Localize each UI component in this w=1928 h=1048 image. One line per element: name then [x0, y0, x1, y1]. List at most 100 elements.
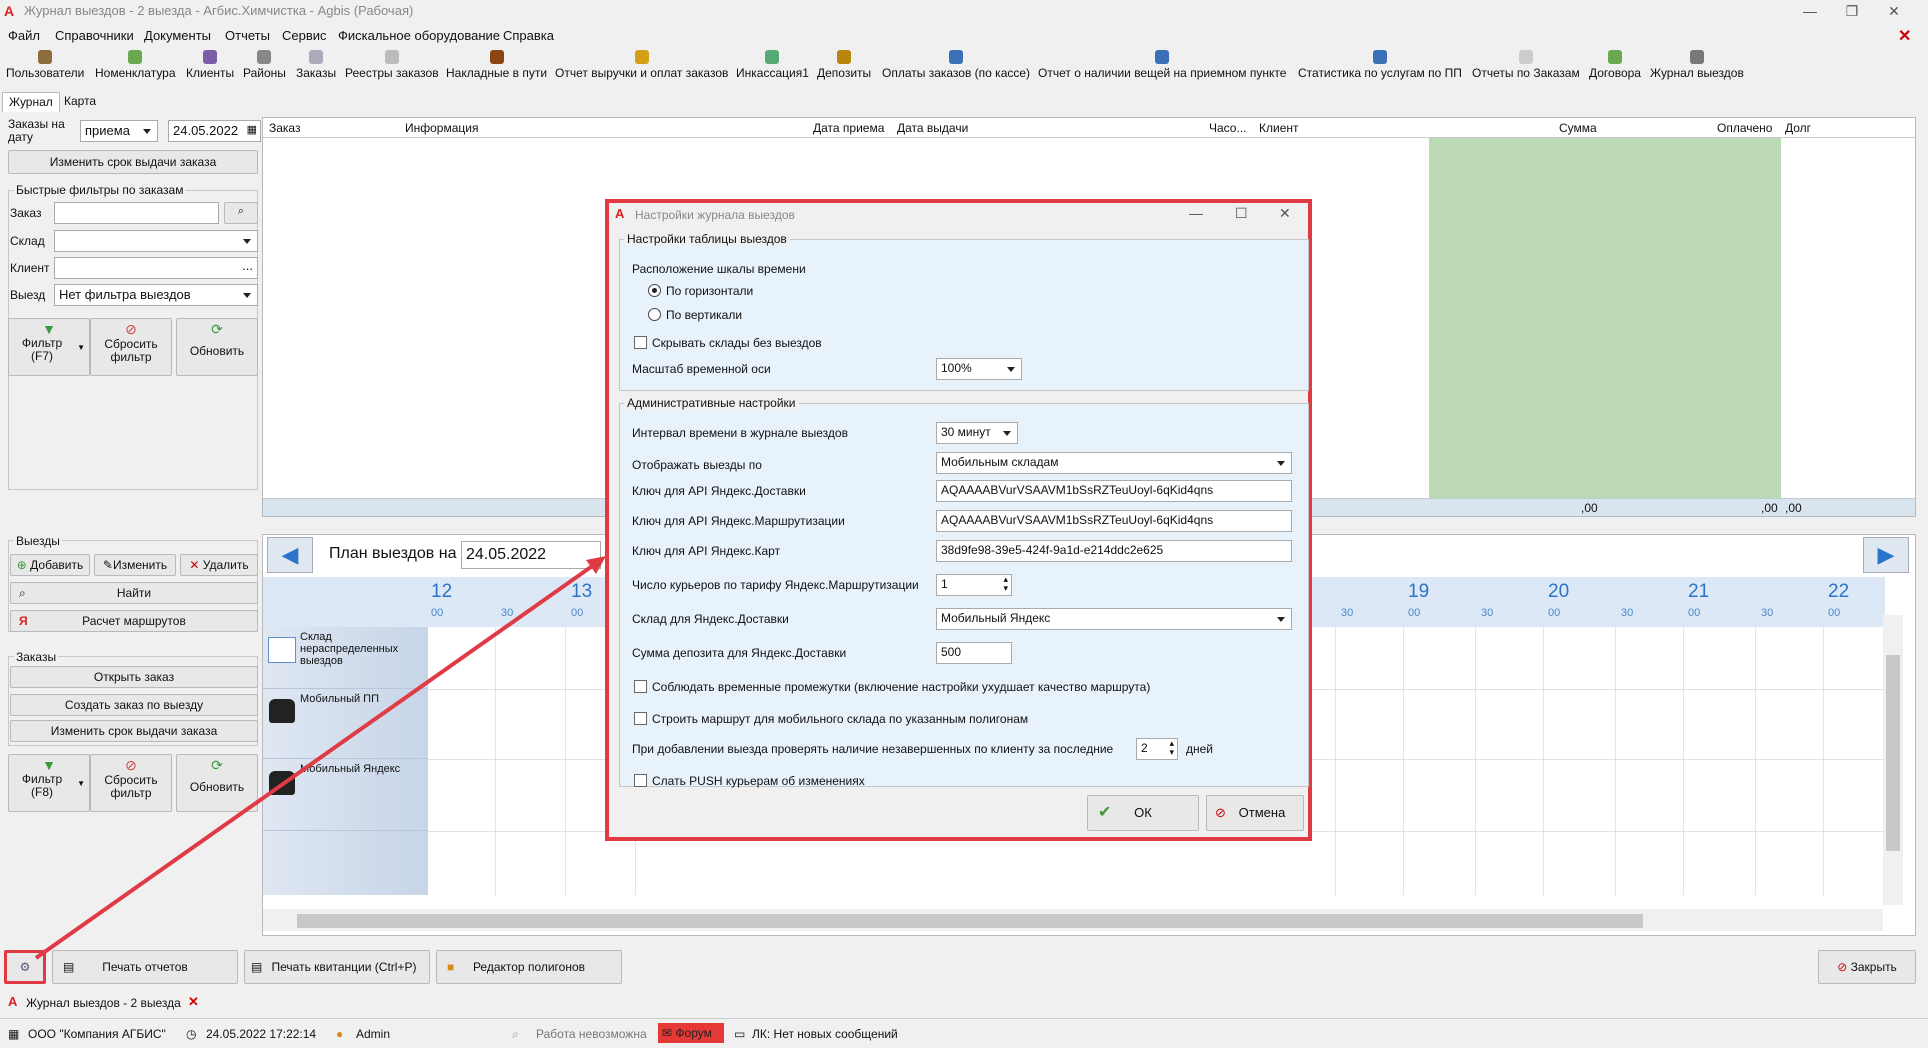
col-paid[interactable]: Оплачено [1717, 121, 1772, 135]
toolbar-payments[interactable]: Оплаты заказов (по кассе) [882, 46, 1030, 80]
toolbar-order-registers[interactable]: Реестры заказов [345, 46, 439, 80]
calendar-icon[interactable]: ▦ [247, 123, 257, 136]
edit-trip-button[interactable]: ✎Изменить [94, 554, 176, 576]
toolbar-users[interactable]: Пользователи [6, 46, 84, 80]
warehouse-select[interactable] [54, 230, 258, 252]
col-date-issued[interactable]: Дата выдачи [897, 121, 968, 135]
vertical-radio[interactable] [648, 308, 661, 321]
dialog-maximize-button[interactable]: ☐ [1235, 205, 1248, 222]
toolbar-waybills[interactable]: Накладные в пути [446, 46, 547, 80]
print-receipt-button[interactable]: ▤ Печать квитанции (Ctrl+P) [244, 950, 430, 984]
menu-directories[interactable]: Справочники [55, 28, 134, 43]
reset-filter-button[interactable]: ⊘ Сбросить фильтр [90, 318, 172, 376]
key-delivery-input[interactable]: AQAAAABVurVSAAVM1bSsRZTeuUoyl-6qKid4qns [936, 480, 1292, 502]
restore-button[interactable]: ❐ [1832, 0, 1872, 22]
refresh-button[interactable]: ⟳ Обновить [176, 318, 258, 376]
date-input[interactable]: 24.05.2022 ▦ [168, 120, 261, 142]
date-type-select[interactable]: приема [80, 120, 158, 142]
toolbar-contracts[interactable]: Договора [1589, 46, 1641, 80]
close-tab-icon[interactable]: ✕ [188, 994, 199, 1010]
toolbar-nomenclature[interactable]: Номенклатура [95, 46, 176, 80]
send-push-checkbox[interactable] [634, 774, 647, 787]
tab-map[interactable]: Карта [58, 92, 102, 112]
horizontal-scroll-thumb[interactable] [297, 914, 1643, 928]
toolbar-districts[interactable]: Районы [243, 46, 286, 80]
col-hours[interactable]: Часо... [1209, 121, 1246, 135]
change-term-button[interactable]: Изменить срок выдачи заказа [8, 150, 258, 174]
horizontal-scrollbar[interactable] [263, 909, 1883, 931]
settings-button[interactable]: ⚙ [4, 950, 46, 984]
order-filter-input[interactable] [54, 202, 219, 224]
toolbar-deposits[interactable]: Депозиты [817, 46, 871, 80]
tab-journal[interactable]: Журнал [2, 92, 60, 112]
filter-f7-button[interactable]: ▼ Фильтр (F7) ▼ [8, 318, 90, 376]
filter-dropdown-icon[interactable]: ▼ [77, 779, 85, 788]
close-button[interactable]: ⊘ Закрыть [1818, 950, 1916, 984]
menu-file[interactable]: Файл [8, 28, 40, 43]
couriers-stepper[interactable]: 1 [936, 574, 1012, 596]
menu-service[interactable]: Сервис [282, 28, 327, 43]
menu-reports[interactable]: Отчеты [225, 28, 270, 43]
route-calc-button[interactable]: Я Расчет маршрутов [10, 610, 258, 632]
menu-fiscal[interactable]: Фискальное оборудование [338, 28, 500, 43]
forum-button[interactable]: ✉ Форум [658, 1023, 724, 1043]
dialog-close-button[interactable]: ✕ [1279, 205, 1291, 222]
refresh-button-2[interactable]: ⟳ Обновить [176, 754, 258, 812]
toolbar-items-report[interactable]: Отчет о наличии вещей на приемном пункте [1038, 46, 1286, 80]
next-day-button[interactable]: ▶ [1863, 537, 1909, 573]
dialog-minimize-button[interactable]: — [1189, 205, 1203, 221]
col-date-received[interactable]: Дата приема [813, 121, 884, 135]
ok-button[interactable]: ✔ ОК [1087, 795, 1199, 831]
horizontal-radio[interactable] [648, 284, 661, 297]
toolbar-collection[interactable]: Инкассация1 [736, 46, 809, 80]
interval-select[interactable]: 30 минут [936, 422, 1018, 444]
filter-f8-button[interactable]: ▼ Фильтр (F8) ▼ [8, 754, 90, 812]
scale-select[interactable]: 100% [936, 358, 1022, 380]
toolbar-clients[interactable]: Клиенты [186, 46, 234, 80]
polygon-editor-button[interactable]: ■ Редактор полигонов [436, 950, 622, 984]
minimize-button[interactable]: — [1790, 0, 1830, 22]
open-order-button[interactable]: Открыть заказ [10, 666, 258, 688]
col-info[interactable]: Информация [405, 121, 478, 135]
col-client[interactable]: Клиент [1259, 121, 1299, 135]
col-debt[interactable]: Долг [1785, 121, 1811, 135]
toolbar-orders[interactable]: Заказы [296, 46, 336, 80]
delete-trip-button[interactable]: ✕ Удалить [180, 554, 258, 576]
trip-select[interactable]: Нет фильтра выездов [54, 284, 258, 306]
menu-documents[interactable]: Документы [144, 28, 211, 43]
search-order-button[interactable]: ⌕ [224, 202, 258, 224]
row-unassigned[interactable]: Склад нераспределенных выездов [263, 627, 428, 689]
reset-filter-button-2[interactable]: ⊘ Сбросить фильтр [90, 754, 172, 812]
toolbar-order-reports[interactable]: Отчеты по Заказам [1472, 46, 1580, 80]
key-maps-input[interactable]: 38d9fe98-39e5-424f-9a1d-e214ddc2e625 [936, 540, 1292, 562]
change-term-button-2[interactable]: Изменить срок выдачи заказа [10, 720, 258, 742]
row-mobile-pp[interactable]: Мобильный ПП [263, 689, 428, 759]
cancel-button[interactable]: ⊘ Отмена [1206, 795, 1304, 831]
client-input[interactable]: ... [54, 257, 258, 279]
menu-help[interactable]: Справка [503, 28, 554, 43]
col-order[interactable]: Заказ [269, 121, 300, 135]
close-window-button[interactable]: ✕ [1874, 0, 1914, 22]
show-by-select[interactable]: Мобильным складам [936, 452, 1292, 474]
row-mobile-yandex[interactable]: Мобильный Яндекс [263, 759, 428, 831]
warehouse-delivery-select[interactable]: Мобильный Яндекс [936, 608, 1292, 630]
prev-day-button[interactable]: ◀ [267, 537, 313, 573]
close-app-icon[interactable]: ✕ [1898, 26, 1911, 46]
add-trip-button[interactable]: ⊕ Добавить [10, 554, 90, 576]
find-button[interactable]: ⌕ Найти [10, 582, 258, 604]
filter-dropdown-icon[interactable]: ▼ [77, 343, 85, 352]
toolbar-trips-journal[interactable]: Журнал выездов [1650, 46, 1744, 80]
print-reports-button[interactable]: ▤ Печать отчетов [52, 950, 238, 984]
toolbar-revenue-report[interactable]: Отчет выручки и оплат заказов [555, 46, 728, 80]
build-route-checkbox[interactable] [634, 712, 647, 725]
hide-empty-checkbox[interactable] [634, 336, 647, 349]
deposit-input[interactable]: 500 [936, 642, 1012, 664]
respect-intervals-checkbox[interactable] [634, 680, 647, 693]
toolbar-service-stats[interactable]: Статистика по услугам по ПП [1298, 46, 1462, 80]
plan-date-input[interactable]: 24.05.2022 [461, 541, 601, 569]
client-browse-button[interactable]: ... [242, 258, 253, 273]
col-sum[interactable]: Сумма [1559, 121, 1597, 135]
vertical-scroll-thumb[interactable] [1886, 655, 1900, 851]
create-order-button[interactable]: Создать заказ по выезду [10, 694, 258, 716]
vertical-scrollbar[interactable] [1883, 615, 1903, 905]
